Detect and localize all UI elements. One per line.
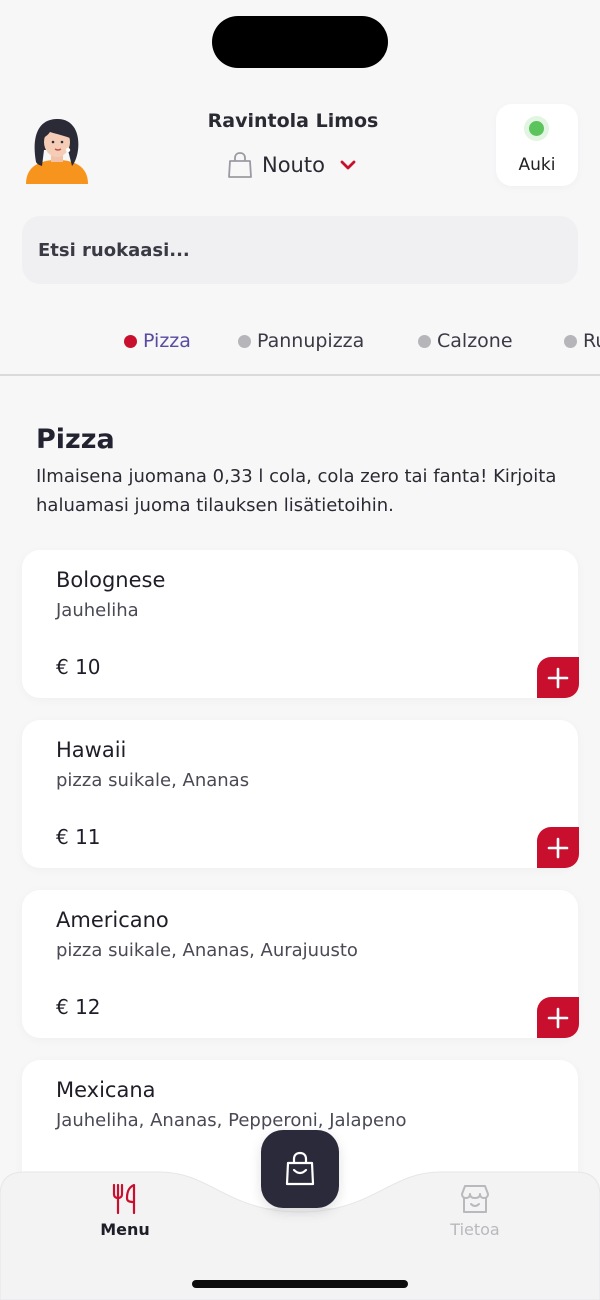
cart-button[interactable] [261,1130,339,1208]
tab-dot-icon [564,334,577,348]
add-to-cart-button[interactable] [537,657,579,698]
tab-label: Ru [583,330,600,352]
tab-dot-icon [124,334,137,348]
item-name: Hawaii [56,738,127,762]
nav-info[interactable]: Tietoa [415,1182,535,1239]
home-indicator [192,1280,408,1288]
item-name: Mexicana [56,1078,156,1102]
search-input[interactable] [22,216,578,284]
tab-dot-icon [418,334,431,348]
section-title: Pizza [36,424,115,455]
item-price: € 10 [56,655,101,679]
tab-ru[interactable]: Ru [564,330,600,352]
tab-label: Pannupizza [257,330,365,352]
item-description: Jauheliha [56,600,139,621]
item-name: Americano [56,908,169,932]
camera-notch [212,16,388,68]
menu-item-card[interactable]: Americano pizza suikale, Ananas, Aurajuu… [22,890,579,1038]
nav-info-label: Tietoa [450,1220,500,1239]
plus-icon [547,1007,569,1028]
tab-pannupizza[interactable]: Pannupizza [238,330,364,352]
shopping-bag-icon [285,1151,315,1186]
section-description: Ilmaisena juomana 0,33 l cola, cola zero… [36,466,557,516]
nav-menu[interactable]: Menu [65,1182,185,1239]
tab-pizza[interactable]: Pizza [124,330,191,352]
tab-dot-icon [238,334,251,348]
plus-icon [547,667,569,688]
add-to-cart-button[interactable] [537,827,579,868]
menu-item-card[interactable]: Bolognese Jauheliha € 10 [22,550,579,698]
category-tabs: Pizza Pannupizza Calzone Ru [0,326,600,362]
tab-label: Calzone [437,330,513,352]
item-description: Jauheliha, Ananas, Pepperoni, Jalapeno [56,1110,407,1131]
item-name: Bolognese [56,568,166,592]
plus-icon [547,837,569,858]
tab-label: Pizza [143,330,191,352]
menu-item-card[interactable]: Hawaii pizza suikale, Ananas € 11 [22,720,579,868]
add-to-cart-button[interactable] [537,997,579,1038]
item-description: pizza suikale, Ananas, Aurajuusto [56,940,358,961]
item-price: € 12 [56,995,101,1019]
open-status-indicator [529,121,544,136]
order-mode-selector[interactable]: Nouto [226,148,357,182]
order-mode-label: Nouto [262,153,325,177]
restaurant-status-card[interactable]: Auki [496,104,578,186]
nav-menu-label: Menu [100,1220,150,1239]
chevron-down-icon [340,160,356,170]
status-label: Auki [518,155,556,175]
shopping-bag-icon [228,152,252,178]
fork-knife-icon [112,1183,136,1215]
store-icon [461,1185,489,1213]
item-price: € 11 [56,825,101,849]
tab-calzone[interactable]: Calzone [418,330,513,352]
tabs-divider [0,374,600,376]
item-description: pizza suikale, Ananas [56,770,250,791]
